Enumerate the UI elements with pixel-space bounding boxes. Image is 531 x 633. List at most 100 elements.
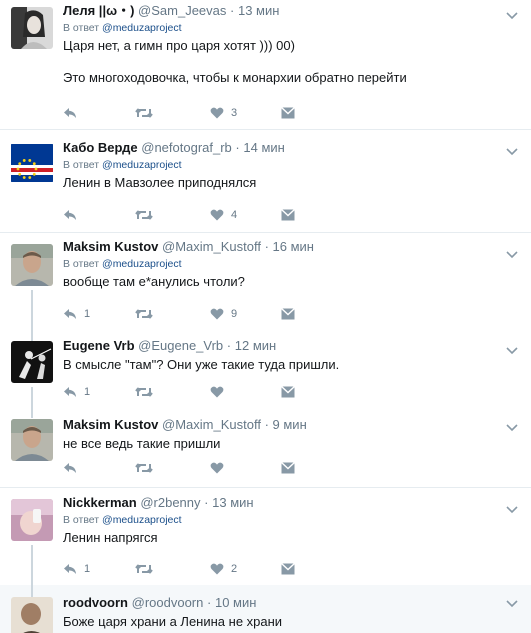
author-name[interactable]: Eugene Vrb [63, 338, 135, 353]
tweet-timestamp[interactable]: 12 мин [235, 338, 276, 353]
author-name[interactable]: Леля ||ω・) [63, 3, 134, 18]
retweet-icon [135, 386, 153, 398]
reply-mention-link[interactable]: @meduzaproject [102, 258, 182, 270]
reply-button[interactable] [63, 207, 84, 223]
reply-button[interactable] [63, 105, 84, 121]
reply-icon [63, 462, 77, 474]
direct-message-icon [281, 563, 295, 575]
tweet-header: Nickkerman @r2benny · 13 мин [63, 495, 501, 511]
retweet-icon [135, 308, 153, 320]
direct-message-button[interactable] [281, 460, 295, 476]
retweet-button[interactable] [135, 105, 160, 121]
tweet-actions: 3 [63, 105, 323, 121]
tweet-menu-chevron-icon[interactable] [506, 595, 518, 608]
tweet[interactable]: Кабо Верде @nefotograf_rb · 14 мин В отве… [0, 130, 531, 233]
tweet-menu-chevron-icon[interactable] [506, 7, 518, 20]
author-handle[interactable]: @Maxim_Kustoff [162, 417, 261, 432]
reply-icon [63, 107, 77, 119]
retweet-button[interactable] [135, 561, 160, 577]
tweet-actions: 1 [63, 384, 323, 400]
avatar[interactable] [11, 244, 53, 286]
author-handle[interactable]: @Sam_Jeevas [138, 3, 226, 18]
like-icon [210, 308, 224, 320]
direct-message-button[interactable] [281, 105, 295, 121]
tweet[interactable]: Maksim Kustov @Maxim_Kustoff · 9 мин не в… [0, 409, 531, 488]
author-handle[interactable]: @nefotograf_rb [141, 140, 232, 155]
retweet-button[interactable] [135, 460, 160, 476]
author-name[interactable]: Кабо Верде [63, 140, 138, 155]
tweet-menu-chevron-icon[interactable] [506, 501, 518, 514]
tweet[interactable]: Eugene Vrb @Eugene_Vrb · 12 мин В смысле … [0, 329, 531, 409]
reply-button[interactable]: 1 [63, 561, 90, 577]
direct-message-icon [281, 209, 295, 221]
reply-mention-link[interactable]: @meduzaproject [102, 159, 182, 171]
author-name[interactable]: Nickkerman [63, 495, 137, 510]
tweet-timestamp[interactable]: 10 мин [215, 595, 256, 610]
tweet-menu-chevron-icon[interactable] [506, 143, 518, 156]
reply-icon [63, 563, 77, 575]
tweet-timestamp[interactable]: 14 мин [243, 140, 284, 155]
like-button[interactable] [210, 384, 231, 400]
reply-button[interactable] [63, 460, 84, 476]
retweet-button[interactable] [135, 207, 160, 223]
reply-button[interactable]: 1 [63, 384, 90, 400]
author-name[interactable]: Maksim Kustov [63, 239, 158, 254]
direct-message-button[interactable] [281, 384, 295, 400]
tweet[interactable]: roodvoorn @roodvoorn · 10 мин Боже царя х… [0, 585, 531, 633]
avatar[interactable] [11, 7, 53, 49]
avatar[interactable] [11, 499, 53, 541]
author-name[interactable]: Maksim Kustov [63, 417, 158, 432]
tweet-menu-chevron-icon[interactable] [506, 342, 518, 355]
tweet-timestamp[interactable]: 9 мин [273, 417, 307, 432]
avatar[interactable] [11, 597, 53, 633]
like-button[interactable]: 2 [210, 561, 237, 577]
tweet[interactable]: Nickkerman @r2benny · 13 мин В ответ @med… [0, 488, 531, 585]
reply-icon [63, 386, 77, 398]
direct-message-button[interactable] [281, 306, 295, 322]
tweet[interactable]: Maksim Kustov @Maxim_Kustoff · 16 мин В о… [0, 233, 531, 329]
tweet-content: Кабо Верде @nefotograf_rb · 14 мин В отве… [63, 140, 501, 191]
separator-dot: · [264, 239, 269, 254]
thread-connector [31, 545, 33, 585]
tweet-menu-chevron-icon[interactable] [506, 246, 518, 259]
tweet-timestamp[interactable]: 13 мин [238, 3, 279, 18]
like-button[interactable]: 4 [210, 207, 237, 223]
tweet-header: roodvoorn @roodvoorn · 10 мин [63, 595, 501, 611]
tweet-content: Nickkerman @r2benny · 13 мин В ответ @med… [63, 495, 501, 546]
thread-connector [31, 290, 33, 329]
reply-context: В ответ @meduzaproject [63, 258, 501, 271]
avatar[interactable] [11, 341, 53, 383]
like-button[interactable] [210, 460, 231, 476]
avatar[interactable] [11, 142, 53, 184]
reply-button[interactable]: 1 [63, 306, 90, 322]
retweet-icon [135, 107, 153, 119]
tweet-timestamp[interactable]: 13 мин [212, 495, 253, 510]
separator-dot: · [235, 140, 240, 155]
retweet-button[interactable] [135, 306, 160, 322]
like-button[interactable]: 9 [210, 306, 237, 322]
author-handle[interactable]: @roodvoorn [132, 595, 204, 610]
author-handle[interactable]: @r2benny [140, 495, 200, 510]
retweet-button[interactable] [135, 384, 160, 400]
like-count: 3 [231, 107, 238, 119]
retweet-icon [135, 563, 153, 575]
author-name[interactable]: roodvoorn [63, 595, 128, 610]
direct-message-icon [281, 308, 295, 320]
reply-prefix: В ответ [63, 159, 100, 171]
like-button[interactable]: 3 [210, 105, 237, 121]
thread-connector [31, 409, 33, 418]
author-handle[interactable]: @Maxim_Kustoff [162, 239, 261, 254]
author-handle[interactable]: @Eugene_Vrb [138, 338, 223, 353]
tweet-menu-chevron-icon[interactable] [506, 419, 518, 432]
separator-dot: · [230, 3, 235, 18]
avatar[interactable] [11, 419, 53, 461]
reply-mention-link[interactable]: @meduzaproject [102, 514, 182, 526]
direct-message-button[interactable] [281, 207, 295, 223]
reply-mention-link[interactable]: @meduzaproject [102, 22, 182, 34]
tweet-text: Царя нет, а гимн про царя хотят ))) 00) … [63, 38, 407, 85]
direct-message-button[interactable] [281, 561, 295, 577]
tweet[interactable]: Леля ||ω・) @Sam_Jeevas · 13 мин В ответ @… [0, 0, 531, 130]
tweet-timestamp[interactable]: 16 мин [273, 239, 314, 254]
reply-prefix: В ответ [63, 258, 100, 270]
tweet-header: Maksim Kustov @Maxim_Kustoff · 16 мин [63, 239, 501, 255]
